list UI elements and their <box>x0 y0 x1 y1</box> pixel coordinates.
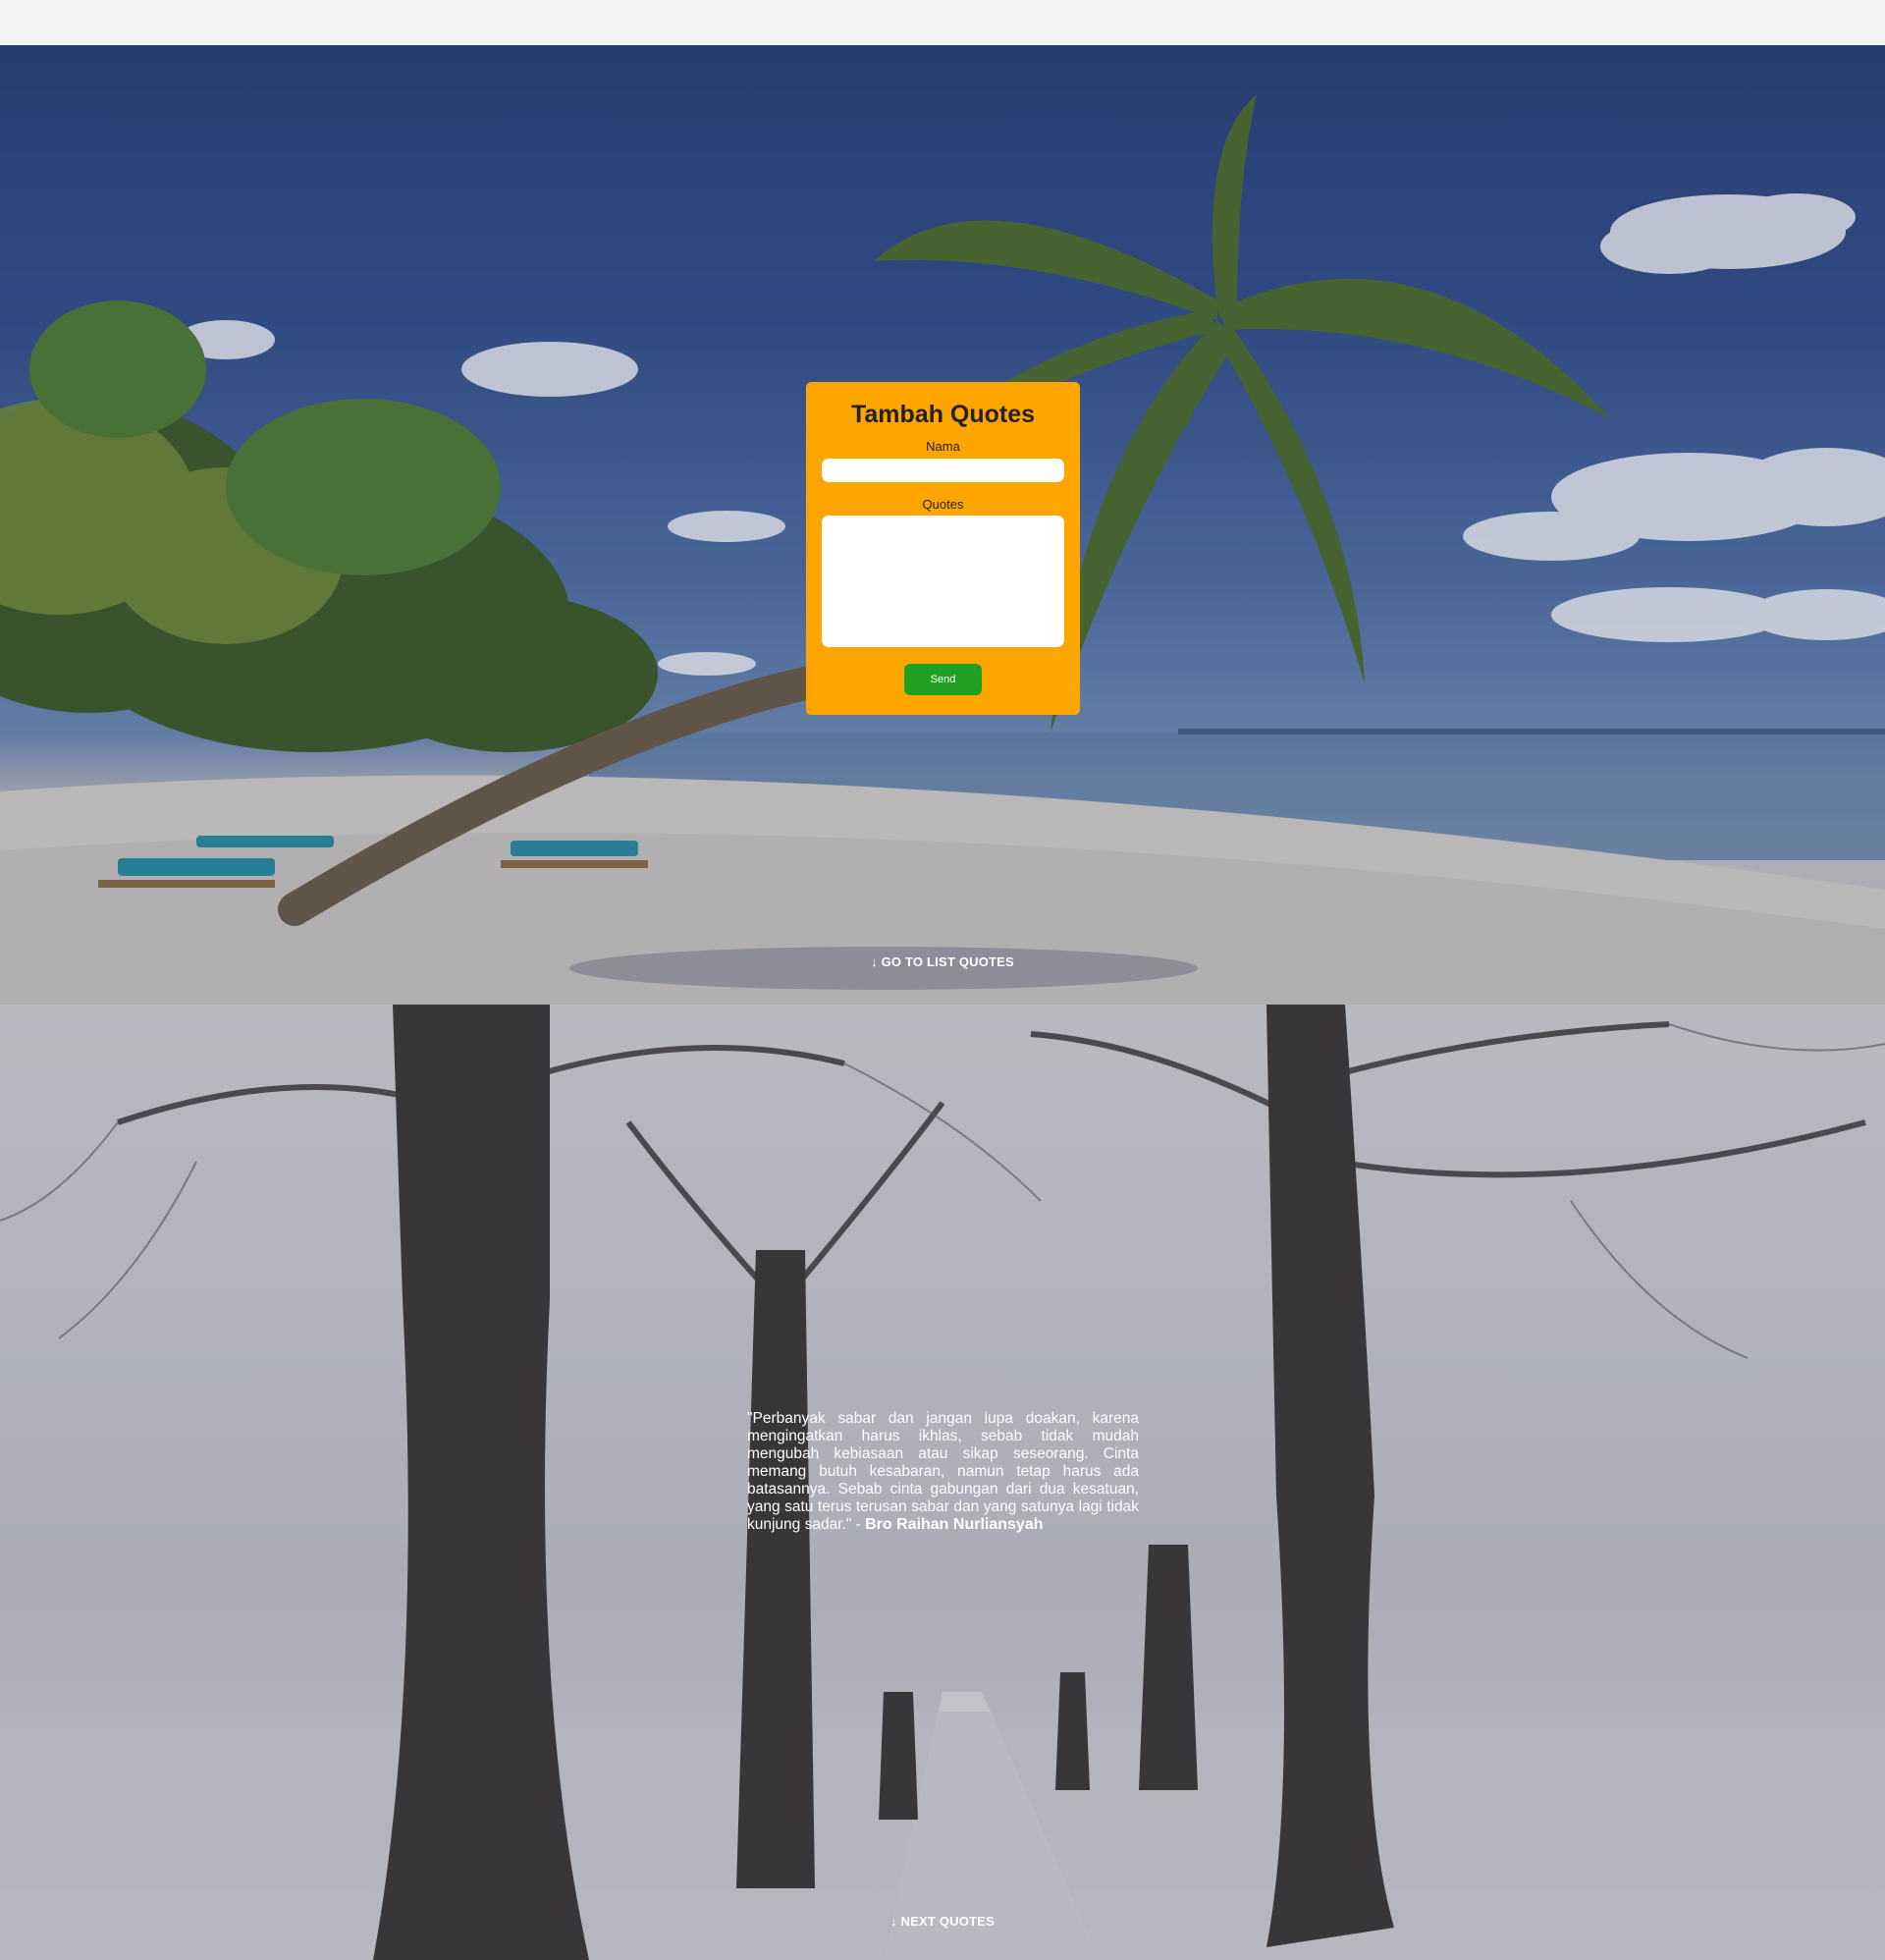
send-button[interactable]: Send <box>904 664 982 695</box>
add-quote-section: Tambah Quotes Nama Quotes Send ↓ GO TO L… <box>0 45 1885 1005</box>
next-quotes-link[interactable]: ↓ NEXT QUOTES <box>0 1914 1885 1929</box>
quotes-label: Quotes <box>922 497 964 512</box>
top-bar <box>0 0 1885 45</box>
quote-text: "Perbanyak sabar dan jangan lupa doakan,… <box>747 1410 1139 1533</box>
nama-input[interactable] <box>822 459 1064 482</box>
quote-section: "Perbanyak sabar dan jangan lupa doakan,… <box>0 1005 1885 1960</box>
quote-author: Bro Raihan Nurliansyah <box>865 1516 1044 1533</box>
quote-block: "Perbanyak sabar dan jangan lupa doakan,… <box>747 1410 1139 1534</box>
go-to-list-quotes-link[interactable]: ↓ GO TO LIST QUOTES <box>0 954 1885 969</box>
form-title: Tambah Quotes <box>850 401 1036 428</box>
quotes-textarea[interactable] <box>822 516 1064 647</box>
add-quote-form: Tambah Quotes Nama Quotes Send <box>806 382 1080 715</box>
nama-label: Nama <box>926 439 960 454</box>
